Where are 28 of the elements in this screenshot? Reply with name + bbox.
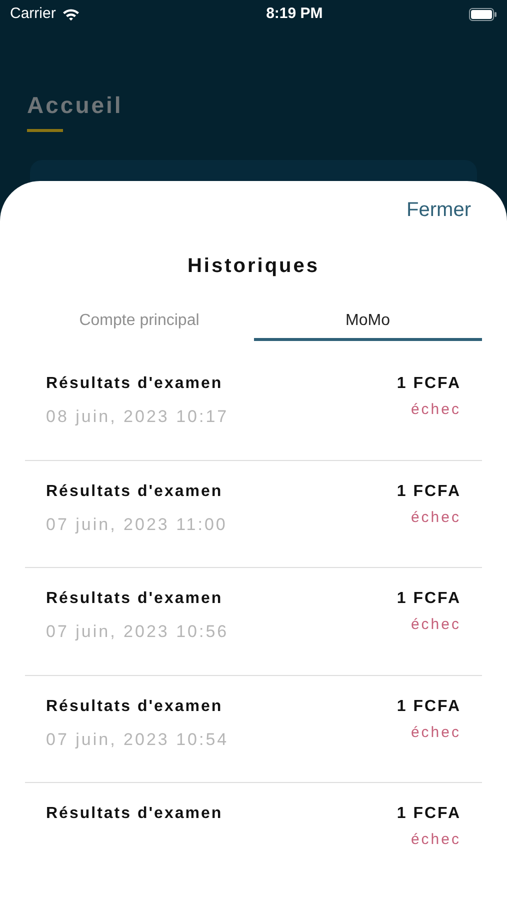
transaction-amount: 1 FCFA [396, 804, 461, 824]
transaction-status: échec [410, 400, 461, 420]
transaction-amount: 1 FCFA [396, 374, 461, 394]
clock-time: 8:19 PM [266, 4, 323, 24]
transaction-date: 07 juin, 2023 11:00 [46, 514, 228, 536]
transaction-date: 07 juin, 2023 10:56 [46, 621, 229, 643]
transaction-amount: 1 FCFA [396, 696, 461, 716]
transaction-amount: 1 FCFA [396, 589, 461, 609]
title-underline [27, 128, 63, 132]
transaction-title: Résultats d'examen [46, 589, 223, 609]
transaction-title: Résultats d'examen [46, 482, 223, 502]
battery-icon [468, 8, 497, 20]
transaction-title: Résultats d'examen [46, 804, 223, 824]
transaction-status: échec [410, 722, 461, 742]
wifi-icon [62, 8, 80, 20]
transaction-title: Résultats d'examen [46, 374, 223, 394]
page-title: Accueil [27, 91, 124, 120]
transaction-amount: 1 FCFA [396, 482, 461, 502]
transaction-status: échec [410, 830, 461, 850]
transaction-status: échec [410, 615, 461, 635]
transaction-date: 08 juin, 2023 10:17 [46, 406, 229, 428]
transaction-title: Résultats d'examen [46, 696, 223, 716]
transaction-date: 07 juin, 2023 10:54 [46, 728, 229, 750]
carrier-label: Carrier [10, 4, 56, 24]
tab[interactable]: MoMo [254, 303, 482, 341]
transaction-status: échec [410, 508, 461, 528]
close-button[interactable]: Fermer [406, 195, 471, 225]
sheet-title: Historiques [187, 254, 320, 279]
